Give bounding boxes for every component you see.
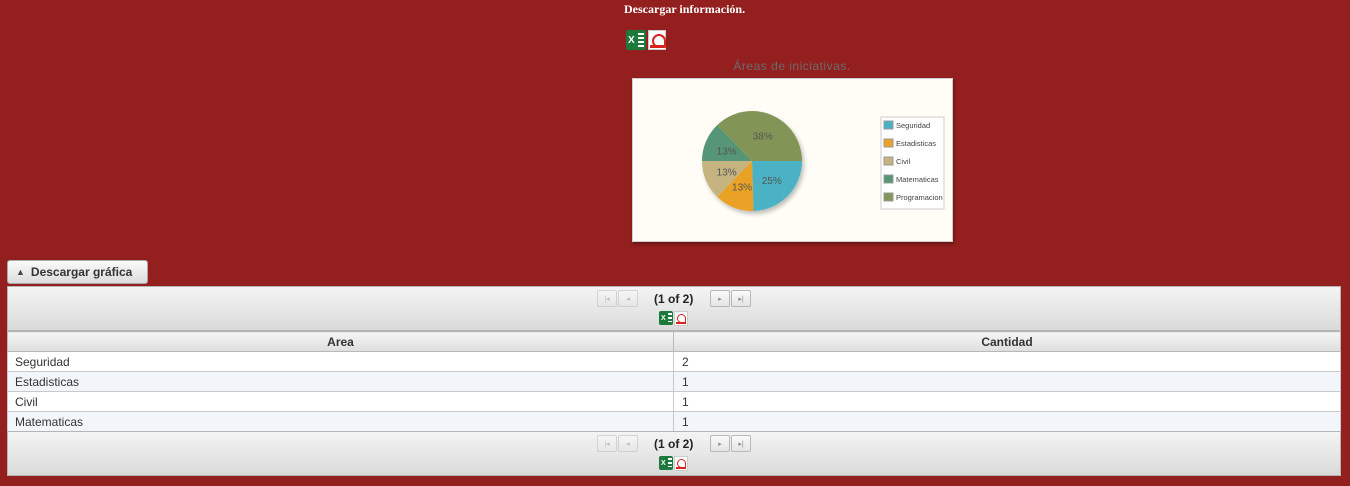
download-chart-button[interactable]: ▲ Descargar gráfica bbox=[7, 260, 148, 284]
chevron-up-icon: ▲ bbox=[16, 267, 25, 277]
table-row[interactable]: Matematicas 1 bbox=[7, 411, 1341, 432]
last-page-button[interactable]: ▸| bbox=[731, 290, 751, 307]
cell-area: Matematicas bbox=[7, 411, 674, 432]
cell-area: Seguridad bbox=[7, 351, 674, 372]
data-table: Area Cantidad Seguridad 2 Estadisticas 1… bbox=[7, 331, 1341, 432]
table-row[interactable]: Seguridad 2 bbox=[7, 351, 1341, 372]
legend-swatch bbox=[883, 138, 894, 148]
excel-icon[interactable]: X bbox=[659, 311, 673, 325]
page-indicator: (1 of 2) bbox=[654, 437, 694, 451]
column-header-area[interactable]: Area bbox=[7, 331, 674, 352]
next-page-button[interactable]: ▸ bbox=[710, 290, 730, 307]
table-header-row: Area Cantidad bbox=[7, 331, 1341, 352]
last-page-button[interactable]: ▸| bbox=[731, 435, 751, 452]
legend-label: Seguridad bbox=[896, 121, 930, 130]
first-page-button[interactable]: |◂ bbox=[597, 290, 617, 307]
pie-chart: 25% 13% 13% 13% 38% Seguridad Estadisticas Civ… bbox=[632, 78, 953, 242]
page-indicator: (1 of 2) bbox=[654, 292, 694, 306]
table-row[interactable]: Civil 1 bbox=[7, 391, 1341, 412]
cell-cantidad: 1 bbox=[673, 411, 1341, 432]
column-header-cantidad[interactable]: Cantidad bbox=[673, 331, 1341, 352]
export-icons: X bbox=[659, 311, 688, 326]
chart-title: Áreas de iniciativas. bbox=[733, 59, 851, 73]
cell-cantidad: 1 bbox=[673, 371, 1341, 392]
previous-page-button[interactable]: ◂ bbox=[618, 290, 638, 307]
legend-swatch bbox=[883, 156, 894, 166]
legend-label: Matematicas bbox=[896, 175, 939, 184]
pie-data-label: 38% bbox=[753, 132, 773, 143]
cell-area: Civil bbox=[7, 391, 674, 412]
export-icons-top: X bbox=[626, 30, 666, 50]
legend-swatch bbox=[883, 120, 894, 130]
legend-swatch bbox=[883, 174, 894, 184]
pdf-icon[interactable] bbox=[674, 311, 688, 326]
paginator-bottom: |◂ ◂ (1 of 2) ▸ ▸| X bbox=[7, 431, 1341, 476]
pie-chart-svg: 25% 13% 13% 13% 38% Seguridad Estadisticas Civ… bbox=[702, 111, 945, 212]
legend-label: Civil bbox=[896, 157, 910, 166]
pie-data-label: 13% bbox=[717, 168, 737, 179]
cell-area: Estadisticas bbox=[7, 371, 674, 392]
excel-icon[interactable]: X bbox=[659, 456, 673, 470]
download-info-title: Descargar información. bbox=[624, 2, 746, 16]
pdf-icon[interactable] bbox=[648, 30, 666, 50]
pdf-icon[interactable] bbox=[674, 456, 688, 471]
next-page-button[interactable]: ▸ bbox=[710, 435, 730, 452]
legend-swatch bbox=[883, 192, 894, 202]
cell-cantidad: 1 bbox=[673, 391, 1341, 412]
cell-cantidad: 2 bbox=[673, 351, 1341, 372]
pie-data-label: 13% bbox=[732, 183, 752, 194]
excel-icon[interactable]: X bbox=[626, 30, 646, 50]
pie-data-label: 25% bbox=[762, 176, 782, 187]
paginator-top: |◂ ◂ (1 of 2) ▸ ▸| X bbox=[7, 286, 1341, 331]
export-icons: X bbox=[659, 456, 688, 471]
previous-page-button[interactable]: ◂ bbox=[618, 435, 638, 452]
download-chart-label: Descargar gráfica bbox=[30, 265, 133, 279]
pie-data-label: 13% bbox=[717, 146, 737, 157]
table-row[interactable]: Estadisticas 1 bbox=[7, 371, 1341, 392]
legend-label: Programacion bbox=[896, 193, 943, 202]
first-page-button[interactable]: |◂ bbox=[597, 435, 617, 452]
legend-label: Estadisticas bbox=[896, 139, 936, 148]
